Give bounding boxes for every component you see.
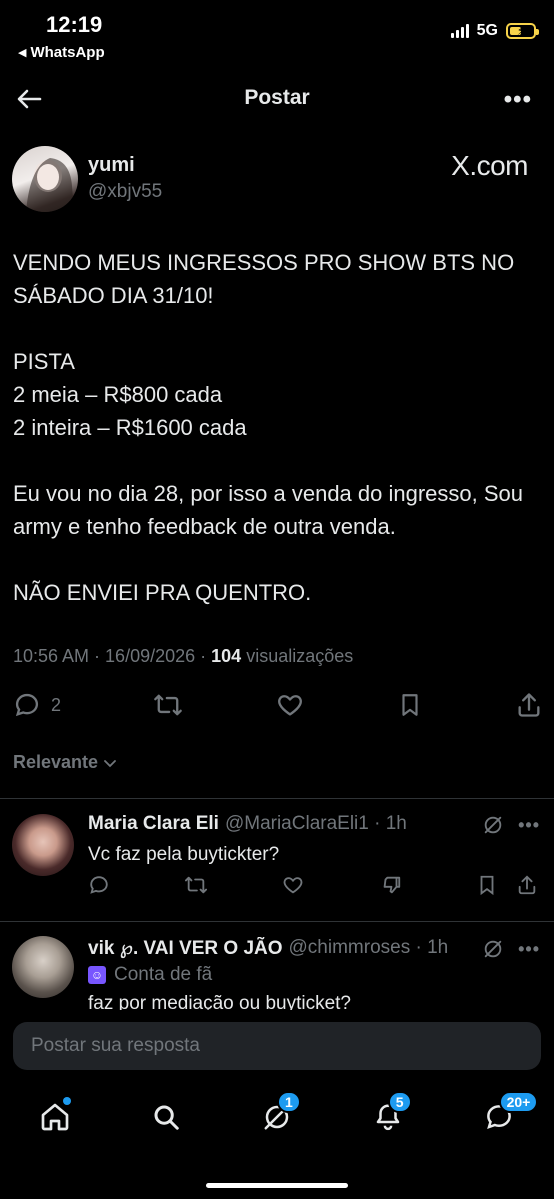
share-button[interactable]: [515, 691, 543, 719]
notifications-badge: 5: [387, 1091, 412, 1113]
reply-author-name[interactable]: Maria Clara Eli: [88, 813, 219, 835]
search-icon: [154, 1105, 179, 1130]
status-indicators: 5G ⚡: [450, 22, 539, 40]
reply-author-handle[interactable]: @chimmroses · 1h: [289, 937, 449, 960]
home-icon: [42, 1103, 69, 1131]
bookmark-button[interactable]: [397, 691, 423, 719]
back-app-label: WhatsApp: [30, 44, 105, 61]
bookmark-icon: [402, 694, 418, 716]
post-meta: 10:56 AM · 16/09/2026 · 104 visualizaçõe…: [13, 646, 353, 667]
views-count: 104: [211, 646, 242, 666]
reply-text: faz por mediação ou buyticket?: [88, 993, 351, 1010]
reply-avatar[interactable]: [12, 936, 74, 998]
divider: [0, 921, 554, 922]
tab-notifications[interactable]: 5: [368, 1091, 412, 1137]
fan-account-label: ☺ Conta de fã: [88, 964, 212, 986]
post-actions: 2: [13, 688, 543, 722]
downvote-icon[interactable]: [379, 874, 403, 896]
back-triangle-icon: ◀: [18, 47, 27, 59]
share-icon: [518, 693, 540, 717]
x-watermark: X.com: [451, 150, 528, 181]
author-avatar[interactable]: [12, 146, 78, 212]
repost-icon[interactable]: [184, 874, 208, 896]
battery-icon: ⚡: [506, 23, 539, 39]
reply-input[interactable]: Postar sua resposta: [13, 1022, 541, 1070]
tab-search[interactable]: [146, 1097, 186, 1137]
reply-placeholder: Postar sua resposta: [31, 1035, 200, 1056]
reply-more-icon[interactable]: •••: [518, 939, 540, 960]
reply-header-icons: •••: [482, 814, 540, 836]
reply-avatar[interactable]: [12, 814, 74, 876]
like-button[interactable]: [275, 691, 305, 719]
reply-author-name[interactable]: vik ℘. VAI VER O JÃO: [88, 937, 283, 960]
post-line: VENDO MEUS INGRESSOS PRO SHOW BTS NO SÁB…: [13, 250, 515, 308]
sort-replies-dropdown[interactable]: Relevante: [13, 752, 118, 773]
more-options-icon[interactable]: •••: [504, 86, 532, 114]
reply-header: vik ℘. VAI VER O JÃO @chimmroses · 1h: [88, 937, 468, 960]
reply-author-handle[interactable]: @MariaClaraEli1 · 1h: [225, 813, 407, 835]
post-line: Eu vou no dia 28, por isso a venda do in…: [13, 481, 524, 539]
reply-more-icon[interactable]: •••: [518, 815, 540, 836]
fan-label: Conta de fã: [114, 964, 213, 985]
heart-icon: [278, 695, 302, 716]
messages-badge: 20+: [498, 1091, 539, 1113]
post-timestamp: 10:56 AM · 16/09/2026 ·: [13, 646, 212, 666]
bookmark-icon[interactable]: [476, 874, 498, 896]
tab-grok[interactable]: 1: [257, 1091, 301, 1137]
divider: [0, 798, 554, 799]
views-label: visualizações: [241, 646, 354, 666]
tab-messages[interactable]: 20+: [479, 1091, 539, 1137]
bottom-tab-bar: 1 5 20+: [0, 1085, 554, 1149]
post-line: NÃO ENVIEI PRA QUENTRO.: [13, 580, 312, 605]
reply-header-icons: •••: [482, 938, 540, 960]
author-handle[interactable]: @xbjv55: [88, 181, 162, 203]
post-line: PISTA: [13, 349, 75, 374]
repost-icon: [154, 694, 182, 716]
page-title: Postar: [244, 86, 310, 109]
grok-badge: 1: [276, 1091, 301, 1113]
post-line: 2 meia – R$800 cada: [13, 382, 223, 407]
reply-text: Vc faz pela buytickter?: [88, 844, 280, 865]
home-indicator[interactable]: [206, 1183, 348, 1188]
reply-icon[interactable]: [88, 874, 110, 896]
grok-icon[interactable]: [482, 938, 504, 960]
author-name[interactable]: yumi: [88, 154, 135, 177]
post-line: 2 inteira – R$1600 cada: [13, 415, 247, 440]
back-to-app-link[interactable]: ◀ WhatsApp: [18, 44, 105, 61]
share-icon[interactable]: [516, 874, 538, 896]
chevron-down-icon: [104, 759, 116, 767]
fan-mask-icon: ☺: [88, 966, 106, 984]
reply-icon: [15, 693, 39, 717]
reply-header: Maria Clara Eli @MariaClaraEli1 · 1h: [88, 813, 408, 835]
network-label: 5G: [476, 22, 498, 39]
sort-label: Relevante: [13, 752, 99, 772]
reply-button[interactable]: 2: [13, 691, 61, 719]
reply-count: 2: [51, 694, 62, 715]
tab-home[interactable]: [35, 1097, 75, 1137]
heart-icon[interactable]: [281, 874, 305, 896]
signal-icon: [450, 24, 469, 38]
status-time: 12:19: [46, 12, 103, 37]
post-text: VENDO MEUS INGRESSOS PRO SHOW BTS NO SÁB…: [13, 246, 543, 609]
repost-button[interactable]: [153, 691, 183, 719]
grok-icon[interactable]: [482, 814, 504, 836]
reply-actions: [88, 874, 538, 896]
